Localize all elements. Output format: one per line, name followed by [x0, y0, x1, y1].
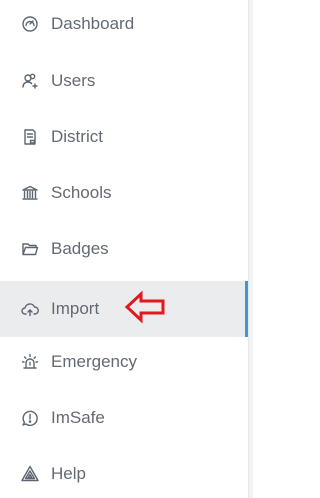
warning-triangle-icon: [20, 464, 40, 484]
sidebar-scroll-rail: [248, 0, 253, 498]
red-arrow-annotation-icon: [124, 290, 165, 324]
sidebar-item-imsafe[interactable]: ImSafe: [0, 390, 248, 446]
cloud-upload-icon: [20, 299, 40, 319]
sidebar-item-badges[interactable]: Badges: [0, 221, 248, 277]
alarm-siren-icon: [20, 352, 40, 372]
sidebar-item-dashboard[interactable]: Dashboard: [0, 0, 248, 52]
sidebar-item-label: Help: [51, 464, 86, 483]
sidebar-item-help[interactable]: Help: [0, 446, 248, 498]
dashboard-gauge-icon: [20, 14, 40, 34]
sidebar-item-users[interactable]: Users: [0, 53, 248, 109]
sidebar-item-label: Users: [51, 71, 96, 90]
sidebar-item-label: Schools: [51, 183, 112, 202]
sidebar-item-label: Badges: [51, 239, 109, 258]
arrow-outline: [124, 290, 165, 324]
sidebar-item-emergency[interactable]: Emergency: [0, 334, 248, 390]
sidebar-item-label: Emergency: [51, 352, 137, 371]
alert-circle-icon: [20, 408, 40, 428]
sidebar-item-label: Dashboard: [51, 14, 135, 33]
sidebar-item-label: Import: [51, 299, 100, 318]
sidebar-item-label: ImSafe: [51, 408, 105, 427]
users-add-icon: [20, 71, 40, 91]
sidebar-item-label: District: [51, 127, 103, 146]
school-building-icon: [20, 183, 40, 203]
sidebar-item-district[interactable]: District: [0, 109, 248, 165]
folder-icon: [20, 239, 40, 259]
sidebar-navigation: Dashboard Users District Schools Badges …: [0, 0, 253, 498]
sidebar-item-schools[interactable]: Schools: [0, 165, 248, 221]
district-document-icon: [20, 127, 40, 147]
